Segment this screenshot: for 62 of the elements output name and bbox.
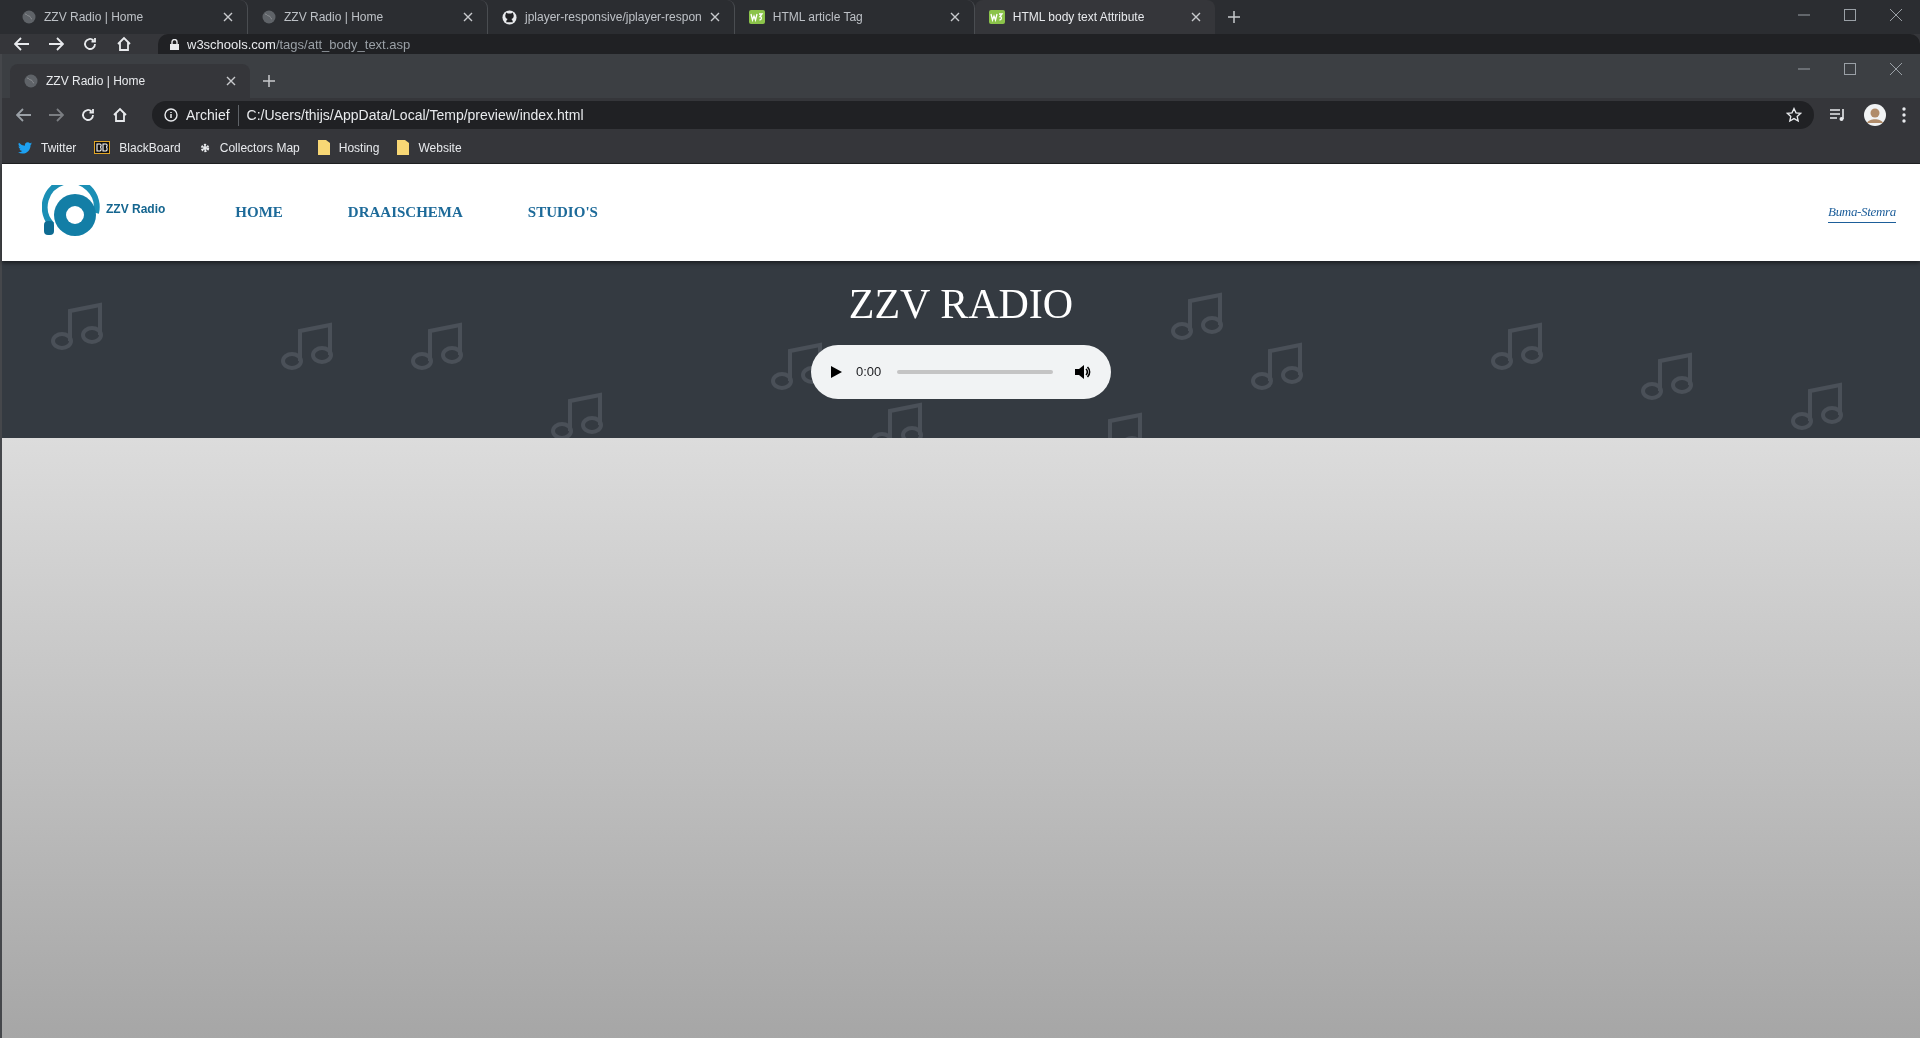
avatar-icon[interactable] bbox=[1864, 104, 1886, 126]
cat-icon bbox=[502, 9, 517, 25]
url-text: w3schools.com/tags/att_body_text.asp bbox=[187, 37, 411, 51]
play-icon[interactable] bbox=[831, 366, 842, 378]
logo-text: ZZV Radio bbox=[106, 200, 166, 218]
new-tab-icon[interactable] bbox=[262, 74, 276, 88]
hero-title: ZZV RADIO bbox=[848, 283, 1074, 325]
tab-title: jplayer-responsive/jplayer-respon bbox=[525, 9, 702, 26]
partner-logo: Buma-Stemra bbox=[1828, 202, 1896, 223]
bird-icon bbox=[18, 141, 32, 154]
nav-link[interactable]: STUDIO'S bbox=[527, 201, 598, 224]
close-icon[interactable] bbox=[949, 12, 960, 22]
browser-tab[interactable]: HTML body text Attribute bbox=[974, 0, 1215, 34]
close-icon[interactable] bbox=[226, 76, 236, 86]
folder-icon bbox=[397, 140, 410, 155]
audio-player[interactable]: 0:00 bbox=[811, 345, 1111, 399]
info-icon bbox=[164, 108, 178, 122]
lock-icon bbox=[170, 38, 179, 50]
tab-title: HTML body text Attribute bbox=[1012, 9, 1146, 26]
bookmark[interactable]: Hosting bbox=[317, 135, 380, 160]
globe-icon bbox=[262, 10, 276, 24]
bookmark[interactable]: Website bbox=[397, 135, 462, 160]
tab-title: ZZV Radio | Home bbox=[46, 73, 147, 90]
globe-icon bbox=[24, 74, 38, 88]
close-icon[interactable] bbox=[463, 12, 473, 22]
reload-icon[interactable] bbox=[82, 36, 98, 52]
address-bar[interactable]: Archief C:/Users/thijs/AppData/Local/Temp/preview/index.html bbox=[152, 101, 1814, 129]
tab-title: ZZV Radio | Home bbox=[44, 9, 145, 26]
folder-icon bbox=[317, 140, 330, 155]
tab-title: ZZV Radio | Home bbox=[284, 9, 385, 26]
back-icon[interactable] bbox=[16, 108, 32, 122]
close-icon[interactable] bbox=[1190, 12, 1201, 22]
w3-logo-icon bbox=[988, 10, 1005, 24]
close-icon[interactable] bbox=[223, 12, 233, 22]
volume-icon[interactable] bbox=[1075, 365, 1091, 379]
new-tab-icon[interactable] bbox=[1226, 10, 1241, 24]
close-icon[interactable] bbox=[1890, 9, 1902, 21]
nav-link[interactable]: DRAAISCHEMA bbox=[347, 201, 463, 224]
url-text: C:/Users/thijs/AppData/Local/Temp/preview/index.html bbox=[246, 105, 584, 125]
home-icon[interactable] bbox=[116, 36, 132, 52]
bookmark[interactable]: Twitter bbox=[18, 135, 77, 160]
tab-title: HTML article Tag bbox=[772, 9, 864, 26]
bookmark[interactable]: Collectors Map bbox=[198, 135, 300, 160]
home-icon[interactable] bbox=[112, 107, 128, 123]
progress-track[interactable] bbox=[897, 370, 1053, 374]
close-icon[interactable] bbox=[1890, 63, 1902, 75]
star-icon[interactable] bbox=[1786, 107, 1802, 123]
globe-icon bbox=[22, 10, 36, 24]
nav-link[interactable]: HOME bbox=[235, 201, 283, 224]
address-bar[interactable]: w3schools.com/tags/att_body_text.asp bbox=[158, 34, 1920, 54]
maximize-icon[interactable] bbox=[1844, 63, 1856, 75]
time-display: 0:00 bbox=[856, 363, 882, 382]
gear-icon bbox=[198, 141, 211, 154]
security-label: Archief bbox=[186, 104, 239, 126]
w3-logo-icon bbox=[748, 10, 765, 24]
maximize-icon[interactable] bbox=[1844, 9, 1856, 21]
close-icon[interactable] bbox=[709, 12, 720, 22]
reload-icon[interactable] bbox=[80, 107, 96, 123]
menu-icon[interactable] bbox=[1902, 107, 1906, 123]
browser-tab[interactable]: ZZV Radio | Home bbox=[10, 64, 250, 98]
bookmark[interactable]: BlackBoard bbox=[94, 135, 181, 160]
bb-logo-icon bbox=[94, 141, 111, 154]
